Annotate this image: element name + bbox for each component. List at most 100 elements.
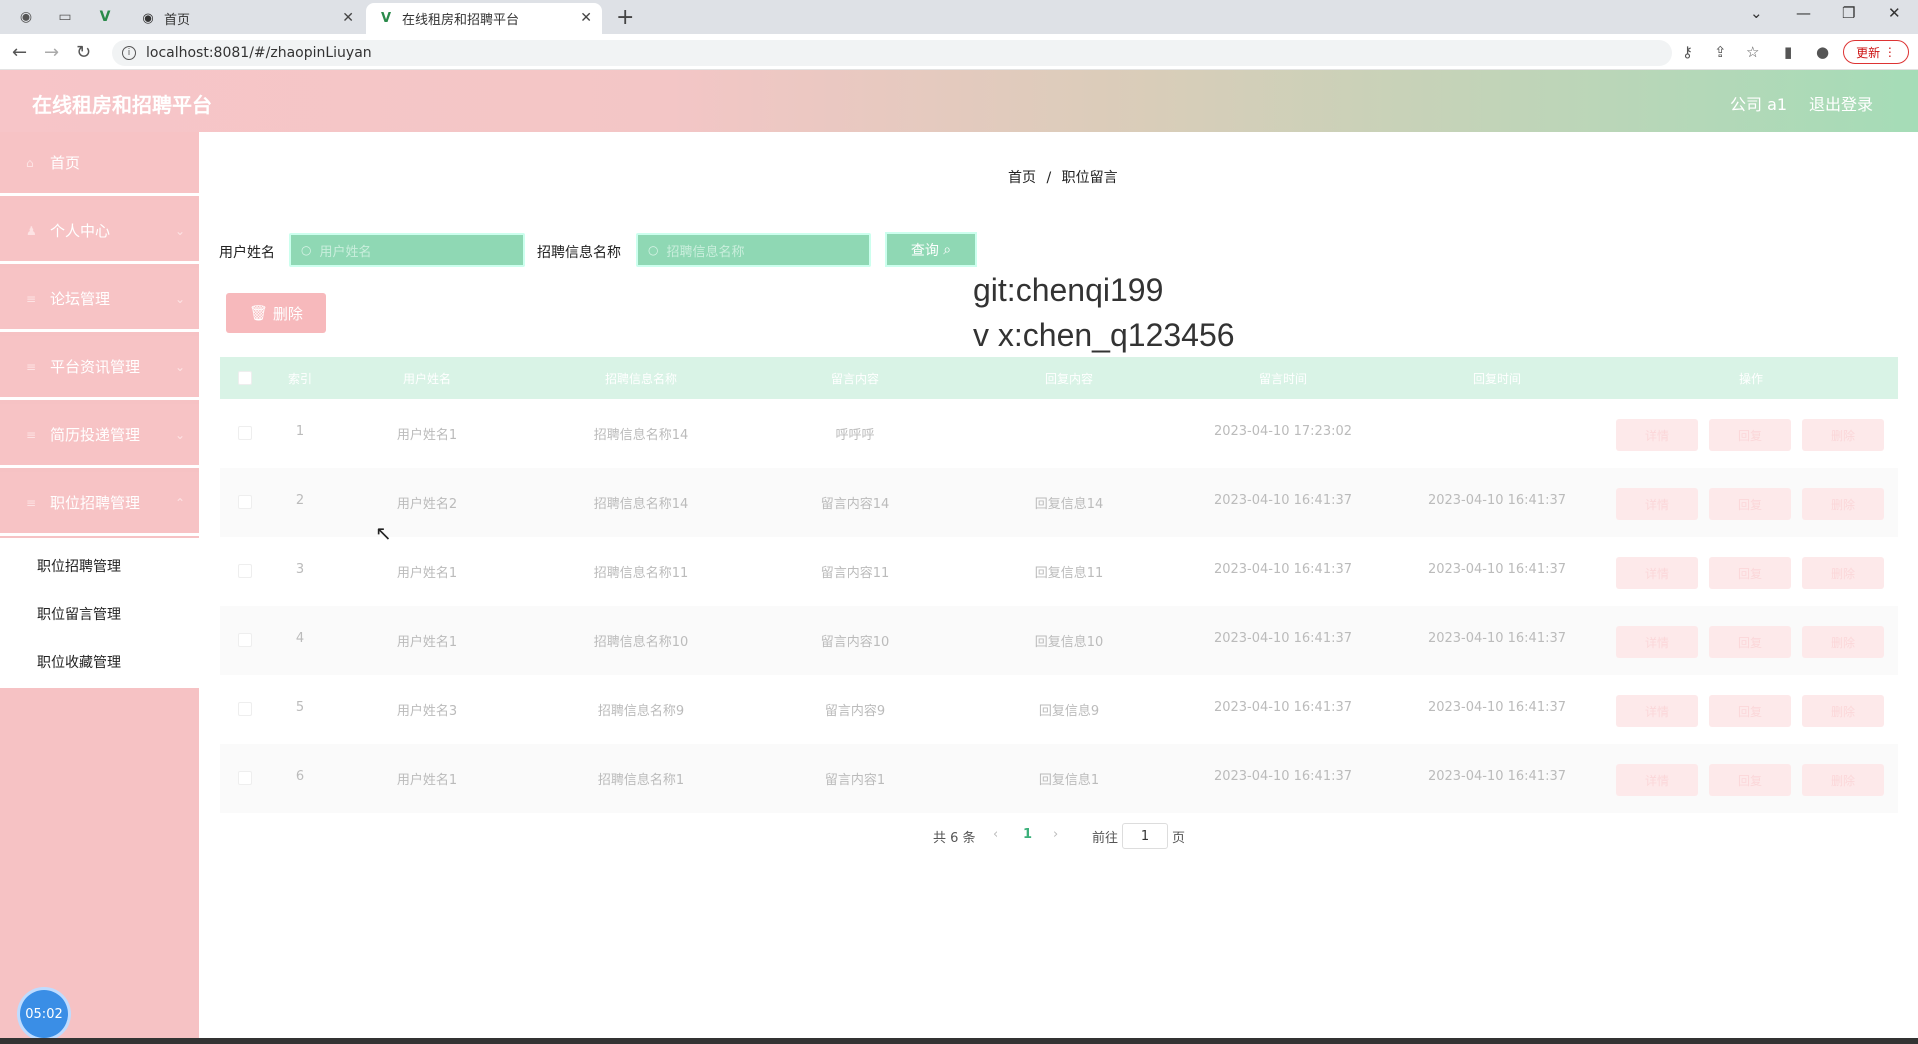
row-checkbox[interactable]: [238, 426, 252, 440]
row-checkbox[interactable]: [238, 633, 252, 647]
current-user: 公司 a1: [1730, 95, 1788, 114]
sidebar-item-home[interactable]: ⌂ 首页: [0, 132, 199, 196]
reply-button[interactable]: 回复: [1709, 488, 1791, 520]
profile-icon[interactable]: ●: [1816, 43, 1829, 61]
submenu-item-job-favorites[interactable]: 职位收藏管理: [37, 652, 121, 672]
breadcrumb: 首页 / 职位留言: [1005, 167, 1121, 187]
table-row: 1 用户姓名1 招聘信息名称14 呼呼呼 2023-04-10 17:23:02…: [220, 399, 1898, 468]
next-page-icon[interactable]: ›: [1053, 827, 1058, 842]
sidebar-item-news[interactable]: ≡ 平台资讯管理 ⌄: [0, 336, 199, 400]
list-icon: ≡: [26, 427, 37, 442]
watermark-git: git:chenqi199: [973, 272, 1164, 308]
table-row: 3 用户姓名1 招聘信息名称11 留言内容11 回复信息11 2023-04-1…: [220, 537, 1898, 606]
job-name-input[interactable]: ○ 招聘信息名称: [636, 233, 871, 267]
chevron-down-icon: ⌄: [174, 427, 185, 442]
reply-button[interactable]: 回复: [1709, 764, 1791, 796]
url-field[interactable]: i localhost:8081/#/zhaopinLiuyan: [112, 40, 1672, 66]
row-delete-button[interactable]: 删除: [1802, 488, 1884, 520]
sidebar-item-profile[interactable]: ♟ 个人中心 ⌄: [0, 200, 199, 264]
cell-message: 留言内容9: [824, 704, 886, 719]
page-unit-label: 页: [1172, 831, 1186, 846]
row-checkbox[interactable]: [238, 771, 252, 785]
col-username: 用户姓名: [402, 372, 451, 386]
submenu-item-job-manage[interactable]: 职位招聘管理: [37, 556, 121, 576]
cell-message-time: 2023-04-10 16:41:37: [1213, 769, 1353, 784]
row-checkbox[interactable]: [238, 564, 252, 578]
reply-button[interactable]: 回复: [1709, 557, 1791, 589]
detail-button[interactable]: 详情: [1616, 695, 1698, 727]
job-name-placeholder: 招聘信息名称: [666, 244, 745, 260]
forward-icon[interactable]: →: [44, 42, 59, 63]
username-input[interactable]: ○ 用户姓名: [289, 233, 525, 267]
detail-button[interactable]: 详情: [1616, 557, 1698, 589]
submenu-item-job-messages[interactable]: 职位留言管理: [37, 604, 121, 624]
vue-tab-icon[interactable]: V: [92, 6, 118, 28]
query-button[interactable]: 查询 ⌕: [885, 232, 977, 267]
update-button[interactable]: 更新 ⋮: [1843, 40, 1909, 64]
browser-tab[interactable]: ◉ 首页 ✕: [128, 3, 364, 34]
sidebar: ⌂ 首页 ♟ 个人中心 ⌄ ≡ 论坛管理 ⌄ ≡ 平台资讯管理 ⌄ ≡ 简历投递…: [0, 132, 199, 1044]
reply-button[interactable]: 回复: [1709, 695, 1791, 727]
row-delete-button[interactable]: 删除: [1802, 764, 1884, 796]
reply-button[interactable]: 回复: [1709, 626, 1791, 658]
row-delete-button[interactable]: 删除: [1802, 695, 1884, 727]
close-icon[interactable]: ✕: [342, 10, 354, 26]
col-message-time: 留言时间: [1258, 372, 1307, 386]
search-icon: ⌕: [943, 241, 952, 258]
row-checkbox[interactable]: [238, 702, 252, 716]
row-delete-button[interactable]: 删除: [1802, 419, 1884, 451]
pinned-tab-icon[interactable]: ◉: [13, 6, 39, 28]
cell-index: 6: [295, 769, 305, 784]
cell-username: 用户姓名2: [396, 497, 458, 512]
table-row: 4 用户姓名1 招聘信息名称10 留言内容10 回复信息10 2023-04-1…: [220, 606, 1898, 675]
restore-icon[interactable]: ❐: [1842, 4, 1855, 22]
cell-message-time: 2023-04-10 16:41:37: [1213, 493, 1353, 508]
row-checkbox[interactable]: [238, 495, 252, 509]
pinned-tab-icon[interactable]: ▭: [52, 6, 78, 28]
prev-page-icon[interactable]: ‹: [993, 827, 998, 842]
mouse-cursor-icon: ↖: [375, 521, 392, 545]
back-icon[interactable]: ←: [12, 42, 27, 63]
reload-icon[interactable]: ↻: [76, 42, 91, 63]
close-icon[interactable]: ✕: [580, 10, 592, 26]
sidebar-item-label: 个人中心: [50, 222, 111, 240]
reply-button[interactable]: 回复: [1709, 419, 1791, 451]
detail-button[interactable]: 详情: [1616, 488, 1698, 520]
row-delete-button[interactable]: 删除: [1802, 626, 1884, 658]
select-all-checkbox[interactable]: [238, 371, 252, 385]
chevron-down-icon[interactable]: ⌄: [1750, 4, 1763, 22]
cell-username: 用户姓名1: [396, 428, 458, 443]
address-bar: ← → ↻ i localhost:8081/#/zhaopinLiuyan ⚷…: [0, 34, 1918, 70]
sidebar-item-resume[interactable]: ≡ 简历投递管理 ⌄: [0, 404, 199, 468]
share-icon[interactable]: ⇪: [1714, 43, 1727, 61]
col-job-name: 招聘信息名称: [604, 372, 677, 386]
vue-icon: V: [380, 11, 392, 26]
window-close-icon[interactable]: ✕: [1888, 4, 1901, 22]
key-icon[interactable]: ⚷: [1682, 43, 1693, 61]
breadcrumb-home[interactable]: 首页: [1008, 170, 1036, 186]
page-number-current[interactable]: 1: [1023, 827, 1032, 842]
detail-button[interactable]: 详情: [1616, 626, 1698, 658]
cell-index: 2: [295, 493, 305, 508]
cell-reply-time: 2023-04-10 16:41:37: [1427, 631, 1567, 646]
table-row: 6 用户姓名1 招聘信息名称1 留言内容1 回复信息1 2023-04-10 1…: [220, 744, 1898, 813]
cell-reply: 回复信息14: [1034, 497, 1104, 512]
sidebar-item-jobs[interactable]: ≡ 职位招聘管理 ⌃: [0, 472, 199, 536]
browser-tab-active[interactable]: V 在线租房和招聘平台 ✕: [366, 3, 602, 34]
batch-delete-button[interactable]: 🗑 删除: [226, 293, 326, 333]
sidebar-item-label: 平台资讯管理: [50, 358, 141, 376]
row-delete-button[interactable]: 删除: [1802, 557, 1884, 589]
detail-button[interactable]: 详情: [1616, 764, 1698, 796]
sidepanel-icon[interactable]: ▮: [1784, 43, 1792, 61]
cell-job-name: 招聘信息名称1: [597, 773, 685, 788]
new-tab-icon[interactable]: +: [616, 5, 634, 30]
detail-button[interactable]: 详情: [1616, 419, 1698, 451]
logout-link[interactable]: 退出登录: [1809, 91, 1873, 115]
info-icon[interactable]: i: [122, 46, 136, 60]
sidebar-item-forum[interactable]: ≡ 论坛管理 ⌄: [0, 268, 199, 332]
minimize-icon[interactable]: —: [1796, 4, 1811, 22]
cell-index: 5: [295, 700, 305, 715]
sidebar-item-label: 职位招聘管理: [50, 494, 141, 512]
goto-page-input[interactable]: 1: [1122, 823, 1168, 849]
star-icon[interactable]: ☆: [1746, 43, 1759, 61]
